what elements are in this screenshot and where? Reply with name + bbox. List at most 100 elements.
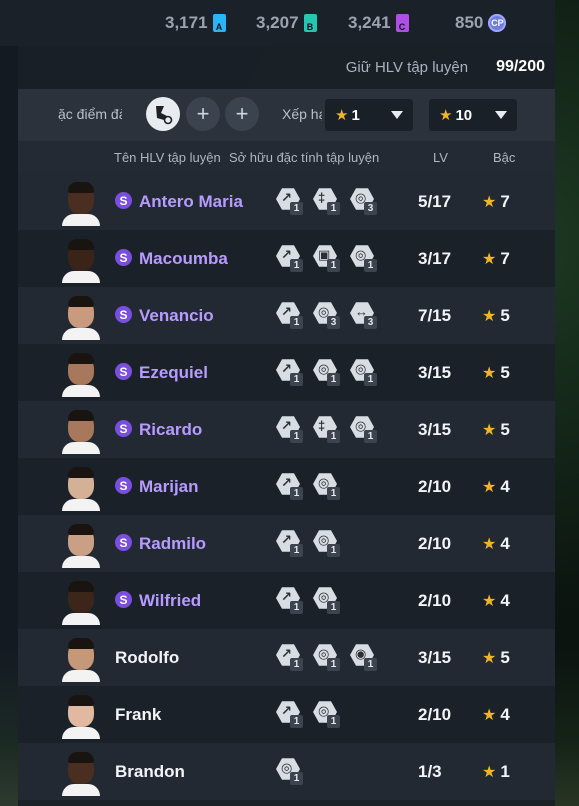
trait-badge[interactable]: ◎ 3: [350, 187, 377, 215]
trait-badge[interactable]: ◎ 1: [350, 244, 377, 272]
coach-rank-value: 4: [500, 591, 510, 610]
star-icon: ★: [482, 422, 497, 439]
coach-row[interactable]: S Macoumba ↗ 1 ▣ 1 ◎ 1 3/17 ★ 7: [18, 230, 555, 287]
star-icon: ★: [482, 479, 497, 496]
coach-rank-value: 5: [500, 420, 510, 439]
coach-name: Antero Maria: [139, 192, 243, 211]
coach-level: 2/10: [418, 705, 452, 724]
trait-badge[interactable]: ◎ 1: [313, 643, 340, 671]
trait-badge[interactable]: ↗ 1: [276, 529, 303, 557]
star-icon: ★: [482, 707, 497, 724]
avatar-hair: [68, 239, 94, 250]
rank-min-select[interactable]: ★ 1: [325, 99, 413, 131]
trait-badge[interactable]: ↗ 1: [276, 415, 303, 443]
special-badge-icon: S: [115, 534, 132, 551]
trait-level: 1: [327, 202, 340, 215]
avatar-hair: [68, 695, 94, 706]
trait-badge[interactable]: ◎ 1: [350, 415, 377, 443]
avatar: [62, 179, 100, 226]
coach-row[interactable]: S Venancio ↗ 1 ◎ 3 ↔ 3 7/15 ★ 5: [18, 287, 555, 344]
trait-badge[interactable]: ◎ 1: [313, 529, 340, 557]
trait-badge[interactable]: ↗ 1: [276, 358, 303, 386]
special-badge-icon: S: [115, 306, 132, 323]
special-badge-icon: S: [115, 192, 132, 209]
trait-level: 1: [364, 430, 377, 443]
coach-rank-value: 5: [500, 363, 510, 382]
trait-badge[interactable]: ◎ 1: [313, 358, 340, 386]
trait-badge[interactable]: ↔ 3: [350, 301, 377, 329]
trait-badge[interactable]: ‡ 1: [313, 415, 340, 443]
coach-row[interactable]: S Marijan ↗ 1 ◎ 1 2/10 ★ 4: [18, 458, 555, 515]
add-trait-filter-button-2[interactable]: +: [225, 97, 259, 131]
avatar: [62, 464, 100, 511]
coach-level: 5/17: [418, 192, 452, 211]
rank-filter-label: Xếp hạ: [282, 106, 322, 122]
trait-badge[interactable]: ↗ 1: [276, 586, 303, 614]
avatar-hair: [68, 581, 94, 592]
trait-badge[interactable]: ◉ 1: [350, 643, 377, 671]
trait-filter-chip[interactable]: [146, 97, 180, 131]
coach-row[interactable]: S Antero Maria ↗ 1 ‡ 1 ◎ 3 5/17 ★ 7: [18, 173, 555, 230]
coach-name: Marijan: [139, 477, 199, 496]
avatar-shirt: [62, 442, 100, 454]
coach-name: Venancio: [139, 306, 214, 325]
trait-badge[interactable]: ↗ 1: [276, 301, 303, 329]
trait-level: 1: [364, 259, 377, 272]
coach-level: 2/10: [418, 591, 452, 610]
trait-level: 1: [327, 487, 340, 500]
coach-name: Brandon: [115, 762, 185, 781]
coach-level: 3/15: [418, 648, 452, 667]
coach-row[interactable]: S Ricardo ↗ 1 ‡ 1 ◎ 1 3/15 ★ 5: [18, 401, 555, 458]
trait-badge[interactable]: ‡ 1: [313, 187, 340, 215]
column-traits[interactable]: Sở hữu đặc tính tập luyện: [229, 150, 379, 165]
coach-capacity: Giữ HLV tập luyện 99/200: [346, 58, 545, 76]
trait-level: 1: [290, 316, 303, 329]
coach-level: 2/10: [418, 534, 452, 553]
trait-badge[interactable]: ◎ 3: [313, 301, 340, 329]
coach-level: 3/15: [418, 363, 452, 382]
chevron-down-icon: [391, 111, 403, 119]
trait-badge[interactable]: ▣ 1: [313, 244, 340, 272]
trait-badge[interactable]: ◎ 1: [276, 757, 303, 785]
currency-c-icon: C: [395, 14, 409, 32]
coach-rank: ★ 7: [482, 192, 510, 212]
coach-row[interactable]: S Wilfried ↗ 1 ◎ 1 2/10 ★ 4: [18, 572, 555, 629]
trait-badge[interactable]: ↗ 1: [276, 472, 303, 500]
coach-row[interactable]: Rodolfo ↗ 1 ◎ 1 ◉ 1 3/15 ★ 5: [18, 629, 555, 686]
trait-badge[interactable]: ↗ 1: [276, 700, 303, 728]
coach-name: Wilfried: [139, 591, 202, 610]
add-trait-filter-button[interactable]: +: [186, 97, 220, 131]
column-name[interactable]: Tên HLV tập luyện: [114, 150, 221, 165]
column-lv[interactable]: LV: [433, 150, 448, 165]
trait-badge[interactable]: ◎ 1: [313, 700, 340, 728]
avatar-shirt: [62, 727, 100, 739]
trait-level: 1: [364, 373, 377, 386]
avatar-shirt: [62, 670, 100, 682]
column-rank[interactable]: Bậc: [493, 150, 515, 165]
kick-trait-icon: [156, 106, 173, 125]
rank-max-select[interactable]: ★ 10: [429, 99, 517, 131]
trait-badge[interactable]: ◎ 1: [313, 586, 340, 614]
star-icon: ★: [335, 107, 349, 124]
trait-level: 1: [327, 715, 340, 728]
coach-row[interactable]: Frank ↗ 1 ◎ 1 2/10 ★ 4: [18, 686, 555, 743]
coach-name: Rodolfo: [115, 648, 180, 667]
coach-rank-value: 7: [500, 249, 510, 268]
trait-badge[interactable]: ↗ 1: [276, 187, 303, 215]
coach-level: 1/3: [418, 762, 442, 781]
trait-level: 1: [327, 259, 340, 272]
coach-rank: ★ 5: [482, 648, 510, 668]
trait-badge[interactable]: ↗ 1: [276, 643, 303, 671]
capacity-value: 99/200: [496, 58, 545, 75]
trait-badge[interactable]: ◎ 1: [313, 472, 340, 500]
trait-level: 1: [290, 259, 303, 272]
trait-badge[interactable]: ↗ 1: [276, 244, 303, 272]
trait-glyph: ‡: [318, 190, 326, 205]
coach-row[interactable]: S Radmilo ↗ 1 ◎ 1 2/10 ★ 4: [18, 515, 555, 572]
coach-row[interactable]: S Ezequiel ↗ 1 ◎ 1 ◎ 1 3/15 ★ 5: [18, 344, 555, 401]
coach-row[interactable]: Brandon ◎ 1 1/3 ★ 1: [18, 743, 555, 800]
coach-rank-value: 5: [500, 306, 510, 325]
star-icon: ★: [482, 593, 497, 610]
trait-badge[interactable]: ◎ 1: [350, 358, 377, 386]
trait-level: 1: [290, 715, 303, 728]
